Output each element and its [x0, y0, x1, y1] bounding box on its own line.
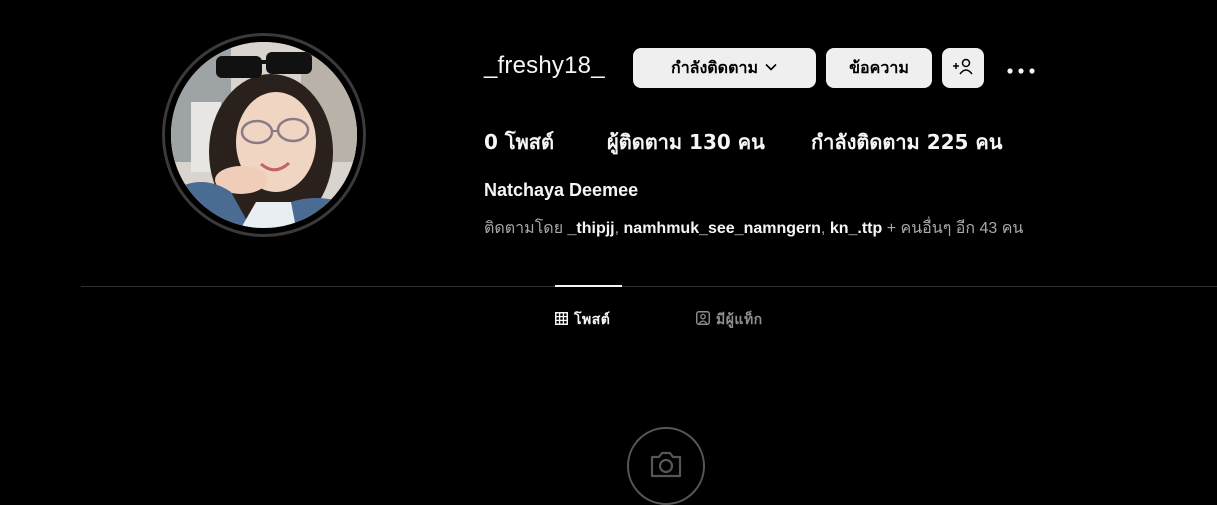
tab-tagged[interactable]: มีผู้แท็ก [696, 309, 763, 331]
message-button-label: ข้อความ [849, 57, 909, 77]
followed-by-prefix: ติดตามโดย [484, 220, 568, 237]
tabs-divider [81, 286, 1217, 287]
followed-by-suffix: + คนอื่นๆ อีก 43 คน [882, 220, 1024, 237]
active-tab-indicator [555, 285, 622, 287]
camera-icon [649, 450, 683, 482]
username: _freshy18_ [484, 52, 605, 79]
avatar[interactable] [171, 42, 357, 228]
posts-count: 0 โพสต์ [484, 130, 554, 154]
following-button-label: กำลังติดตาม [671, 57, 758, 77]
tab-posts-label: โพสต์ [574, 312, 611, 328]
followed-by[interactable]: ติดตามโดย _thipjj, namhmuk_see_namngern,… [484, 216, 1023, 241]
following-count[interactable]: กำลังติดตาม 225 คน [811, 126, 1002, 158]
followed-by-user[interactable]: namhmuk_see_namngern [624, 220, 821, 237]
full-name: Natchaya Deemee [484, 180, 639, 200]
add-user-button[interactable] [942, 48, 984, 88]
message-button[interactable]: ข้อความ [826, 48, 932, 88]
tab-tagged-label: มีผู้แท็ก [716, 312, 763, 328]
add-user-icon [952, 57, 974, 79]
following-button[interactable]: กำลังติดตาม [633, 48, 816, 88]
followed-by-user[interactable]: kn_.ttp [830, 220, 882, 237]
grid-icon [555, 311, 568, 329]
tagged-icon [696, 311, 710, 329]
followers-count[interactable]: ผู้ติดตาม 130 คน [607, 126, 765, 158]
chevron-down-icon [764, 59, 778, 78]
more-options-icon [1007, 59, 1035, 78]
profile-page: _freshy18_ กำลังติดตาม ข้อความ 0 โพสต์ ผ… [0, 0, 1217, 505]
followed-by-user[interactable]: _thipjj [568, 220, 615, 237]
avatar-ring[interactable] [162, 33, 366, 237]
empty-state-camera [627, 427, 705, 505]
avatar-photo [171, 42, 357, 228]
tab-posts[interactable]: โพสต์ [555, 309, 610, 331]
more-options-button[interactable] [1004, 54, 1038, 82]
